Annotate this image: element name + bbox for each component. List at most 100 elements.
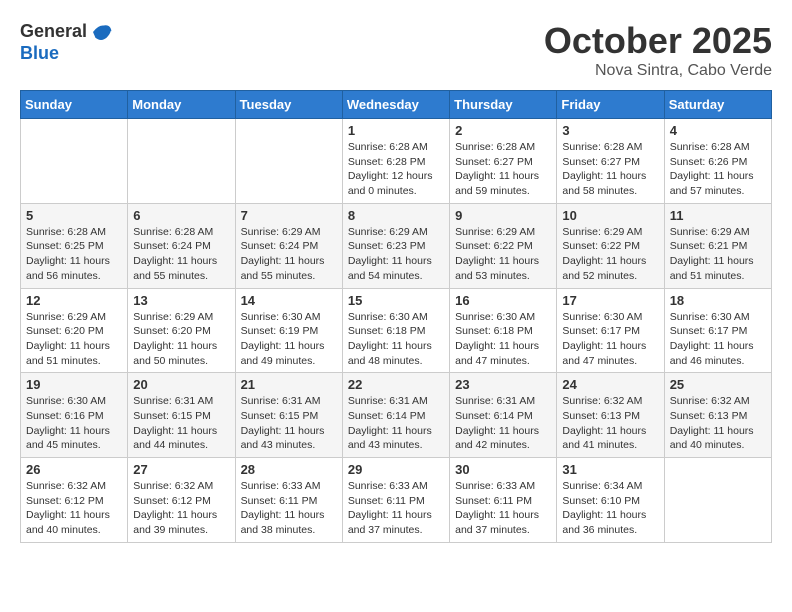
- logo: General Blue: [20, 20, 113, 64]
- day-number: 15: [348, 293, 444, 308]
- logo-icon: [89, 20, 113, 44]
- calendar-day-cell: [664, 458, 771, 543]
- day-info: Sunrise: 6:30 AM Sunset: 6:19 PM Dayligh…: [241, 310, 337, 369]
- day-info: Sunrise: 6:30 AM Sunset: 6:18 PM Dayligh…: [348, 310, 444, 369]
- day-of-week-header: Friday: [557, 91, 664, 119]
- calendar-day-cell: 16 Sunrise: 6:30 AM Sunset: 6:18 PM Dayli…: [450, 288, 557, 373]
- day-number: 21: [241, 377, 337, 392]
- page-header: General Blue October 2025 Nova Sintra, C…: [20, 20, 772, 80]
- day-number: 11: [670, 208, 766, 223]
- day-number: 16: [455, 293, 551, 308]
- calendar-day-cell: [128, 119, 235, 204]
- calendar-day-cell: 8Sunrise: 6:29 AM Sunset: 6:23 PM Daylig…: [342, 203, 449, 288]
- calendar-day-cell: 13 Sunrise: 6:29 AM Sunset: 6:20 PM Dayli…: [128, 288, 235, 373]
- calendar-day-cell: 22Sunrise: 6:31 AM Sunset: 6:14 PM Dayli…: [342, 373, 449, 458]
- day-number: 20: [133, 377, 229, 392]
- title-section: October 2025 Nova Sintra, Cabo Verde: [544, 20, 772, 80]
- day-info: Sunrise: 6:30 AM Sunset: 6:18 PM Dayligh…: [455, 310, 551, 369]
- day-info: Sunrise: 6:30 AM Sunset: 6:17 PM Dayligh…: [670, 310, 766, 369]
- month-title: October 2025: [544, 20, 772, 62]
- calendar-day-cell: 5 Sunrise: 6:28 AM Sunset: 6:25 PM Daylig…: [21, 203, 128, 288]
- calendar-week-row: 26 Sunrise: 6:32 AM Sunset: 6:12 PM Dayli…: [21, 458, 772, 543]
- day-number: 6: [133, 208, 229, 223]
- day-info: Sunrise: 6:32 AM Sunset: 6:13 PM Dayligh…: [670, 394, 766, 453]
- day-number: 23: [455, 377, 551, 392]
- calendar-day-cell: 28Sunrise: 6:33 AM Sunset: 6:11 PM Dayli…: [235, 458, 342, 543]
- calendar-day-cell: 18 Sunrise: 6:30 AM Sunset: 6:17 PM Dayli…: [664, 288, 771, 373]
- day-number: 5: [26, 208, 122, 223]
- day-info: Sunrise: 6:34 AM Sunset: 6:10 PM Dayligh…: [562, 479, 658, 538]
- calendar-week-row: 5 Sunrise: 6:28 AM Sunset: 6:25 PM Daylig…: [21, 203, 772, 288]
- day-info: Sunrise: 6:32 AM Sunset: 6:12 PM Dayligh…: [26, 479, 122, 538]
- calendar-header-row: SundayMondayTuesdayWednesdayThursdayFrid…: [21, 91, 772, 119]
- day-info: Sunrise: 6:29 AM Sunset: 6:22 PM Dayligh…: [455, 225, 551, 284]
- day-info: Sunrise: 6:33 AM Sunset: 6:11 PM Dayligh…: [455, 479, 551, 538]
- calendar-day-cell: 14 Sunrise: 6:30 AM Sunset: 6:19 PM Dayli…: [235, 288, 342, 373]
- day-number: 29: [348, 462, 444, 477]
- day-info: Sunrise: 6:29 AM Sunset: 6:23 PM Dayligh…: [348, 225, 444, 284]
- day-info: Sunrise: 6:32 AM Sunset: 6:13 PM Dayligh…: [562, 394, 658, 453]
- day-info: Sunrise: 6:31 AM Sunset: 6:15 PM Dayligh…: [133, 394, 229, 453]
- day-number: 12: [26, 293, 122, 308]
- calendar-week-row: 1 Sunrise: 6:28 AM Sunset: 6:28 PM Daylig…: [21, 119, 772, 204]
- day-of-week-header: Tuesday: [235, 91, 342, 119]
- calendar-day-cell: 15 Sunrise: 6:30 AM Sunset: 6:18 PM Dayli…: [342, 288, 449, 373]
- calendar-day-cell: [235, 119, 342, 204]
- day-info: Sunrise: 6:33 AM Sunset: 6:11 PM Dayligh…: [348, 479, 444, 538]
- calendar-day-cell: 30 Sunrise: 6:33 AM Sunset: 6:11 PM Dayli…: [450, 458, 557, 543]
- logo-general-text: General: [20, 22, 87, 42]
- calendar-day-cell: 9 Sunrise: 6:29 AM Sunset: 6:22 PM Daylig…: [450, 203, 557, 288]
- day-number: 26: [26, 462, 122, 477]
- day-number: 24: [562, 377, 658, 392]
- day-info: Sunrise: 6:28 AM Sunset: 6:24 PM Dayligh…: [133, 225, 229, 284]
- day-number: 30: [455, 462, 551, 477]
- calendar-day-cell: 31 Sunrise: 6:34 AM Sunset: 6:10 PM Dayli…: [557, 458, 664, 543]
- calendar-day-cell: 11 Sunrise: 6:29 AM Sunset: 6:21 PM Dayli…: [664, 203, 771, 288]
- calendar-day-cell: 26 Sunrise: 6:32 AM Sunset: 6:12 PM Dayli…: [21, 458, 128, 543]
- day-info: Sunrise: 6:28 AM Sunset: 6:27 PM Dayligh…: [562, 140, 658, 199]
- calendar-day-cell: 2Sunrise: 6:28 AM Sunset: 6:27 PM Daylig…: [450, 119, 557, 204]
- day-number: 1: [348, 123, 444, 138]
- day-of-week-header: Monday: [128, 91, 235, 119]
- day-info: Sunrise: 6:28 AM Sunset: 6:28 PM Dayligh…: [348, 140, 444, 199]
- day-of-week-header: Saturday: [664, 91, 771, 119]
- day-info: Sunrise: 6:30 AM Sunset: 6:17 PM Dayligh…: [562, 310, 658, 369]
- day-info: Sunrise: 6:31 AM Sunset: 6:14 PM Dayligh…: [348, 394, 444, 453]
- calendar-day-cell: 25 Sunrise: 6:32 AM Sunset: 6:13 PM Dayli…: [664, 373, 771, 458]
- day-info: Sunrise: 6:29 AM Sunset: 6:20 PM Dayligh…: [133, 310, 229, 369]
- day-number: 13: [133, 293, 229, 308]
- day-number: 3: [562, 123, 658, 138]
- day-number: 25: [670, 377, 766, 392]
- day-number: 9: [455, 208, 551, 223]
- calendar-day-cell: 27 Sunrise: 6:32 AM Sunset: 6:12 PM Dayli…: [128, 458, 235, 543]
- calendar-day-cell: 3 Sunrise: 6:28 AM Sunset: 6:27 PM Daylig…: [557, 119, 664, 204]
- calendar-day-cell: 20 Sunrise: 6:31 AM Sunset: 6:15 PM Dayli…: [128, 373, 235, 458]
- day-info: Sunrise: 6:32 AM Sunset: 6:12 PM Dayligh…: [133, 479, 229, 538]
- day-number: 27: [133, 462, 229, 477]
- day-info: Sunrise: 6:30 AM Sunset: 6:16 PM Dayligh…: [26, 394, 122, 453]
- day-number: 18: [670, 293, 766, 308]
- day-of-week-header: Wednesday: [342, 91, 449, 119]
- calendar-day-cell: 23 Sunrise: 6:31 AM Sunset: 6:14 PM Dayli…: [450, 373, 557, 458]
- calendar-day-cell: 24 Sunrise: 6:32 AM Sunset: 6:13 PM Dayli…: [557, 373, 664, 458]
- day-info: Sunrise: 6:29 AM Sunset: 6:22 PM Dayligh…: [562, 225, 658, 284]
- day-info: Sunrise: 6:31 AM Sunset: 6:14 PM Dayligh…: [455, 394, 551, 453]
- calendar-day-cell: 21 Sunrise: 6:31 AM Sunset: 6:15 PM Dayli…: [235, 373, 342, 458]
- calendar-day-cell: 19Sunrise: 6:30 AM Sunset: 6:16 PM Dayli…: [21, 373, 128, 458]
- day-of-week-header: Thursday: [450, 91, 557, 119]
- day-info: Sunrise: 6:31 AM Sunset: 6:15 PM Dayligh…: [241, 394, 337, 453]
- calendar-day-cell: 10 Sunrise: 6:29 AM Sunset: 6:22 PM Dayli…: [557, 203, 664, 288]
- day-number: 14: [241, 293, 337, 308]
- calendar-day-cell: [21, 119, 128, 204]
- calendar-day-cell: 4Sunrise: 6:28 AM Sunset: 6:26 PM Daylig…: [664, 119, 771, 204]
- day-info: Sunrise: 6:28 AM Sunset: 6:26 PM Dayligh…: [670, 140, 766, 199]
- day-info: Sunrise: 6:28 AM Sunset: 6:25 PM Dayligh…: [26, 225, 122, 284]
- day-info: Sunrise: 6:29 AM Sunset: 6:21 PM Dayligh…: [670, 225, 766, 284]
- calendar-week-row: 19Sunrise: 6:30 AM Sunset: 6:16 PM Dayli…: [21, 373, 772, 458]
- day-number: 2: [455, 123, 551, 138]
- day-number: 31: [562, 462, 658, 477]
- logo-blue-text: Blue: [20, 44, 113, 64]
- day-number: 10: [562, 208, 658, 223]
- day-info: Sunrise: 6:29 AM Sunset: 6:20 PM Dayligh…: [26, 310, 122, 369]
- calendar-day-cell: 1 Sunrise: 6:28 AM Sunset: 6:28 PM Daylig…: [342, 119, 449, 204]
